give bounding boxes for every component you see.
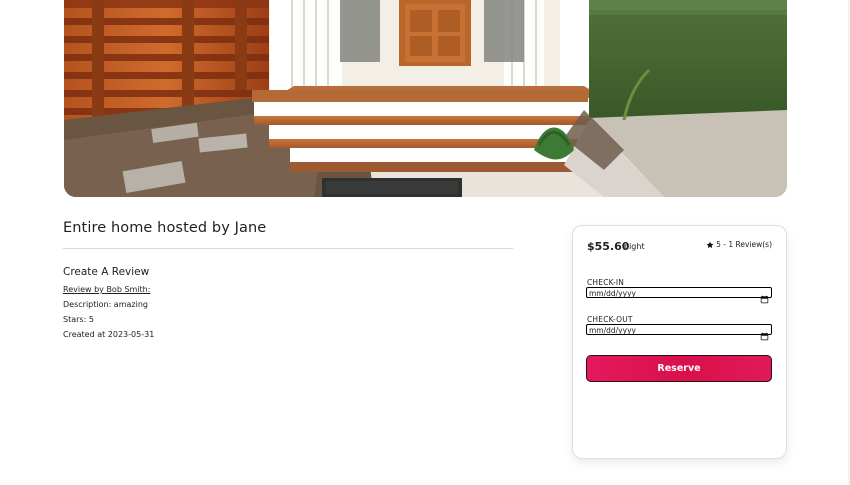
star-icon xyxy=(706,241,714,249)
calendar-icon[interactable] xyxy=(760,326,769,341)
checkout-date-placeholder: mm/dd/yyyy xyxy=(589,326,636,335)
per-night-label: night xyxy=(624,242,645,251)
checkin-date-placeholder: mm/dd/yyyy xyxy=(589,289,636,298)
listing-page: Entire home hosted by Jane Create A Revi… xyxy=(0,0,850,485)
house-photo-illustration xyxy=(64,0,787,197)
section-divider xyxy=(63,248,513,249)
checkout-date-input[interactable]: mm/dd/yyyy xyxy=(586,324,772,341)
review-created-date: Created at 2023-05-31 xyxy=(63,330,155,339)
booking-card: $55.60 night 5 - 1 Review(s) CHECK-IN mm… xyxy=(572,225,787,459)
review-author-link[interactable]: Review by Bob Smith: xyxy=(63,285,150,294)
reserve-button[interactable]: Reserve xyxy=(586,355,772,382)
listing-photo xyxy=(64,0,787,197)
create-review-link[interactable]: Create A Review xyxy=(63,266,149,278)
calendar-icon[interactable] xyxy=(760,289,769,304)
rating-text: 5 - 1 Review(s) xyxy=(716,240,772,249)
review-description: Description: amazing xyxy=(63,300,148,309)
rating-summary: 5 - 1 Review(s) xyxy=(706,240,772,249)
review-stars: Stars: 5 xyxy=(63,315,94,324)
checkin-date-input[interactable]: mm/dd/yyyy xyxy=(586,287,772,304)
listing-host-title: Entire home hosted by Jane xyxy=(63,220,267,236)
checkin-label: CHECK-IN xyxy=(587,278,625,287)
checkout-label: CHECK-OUT xyxy=(587,315,633,324)
